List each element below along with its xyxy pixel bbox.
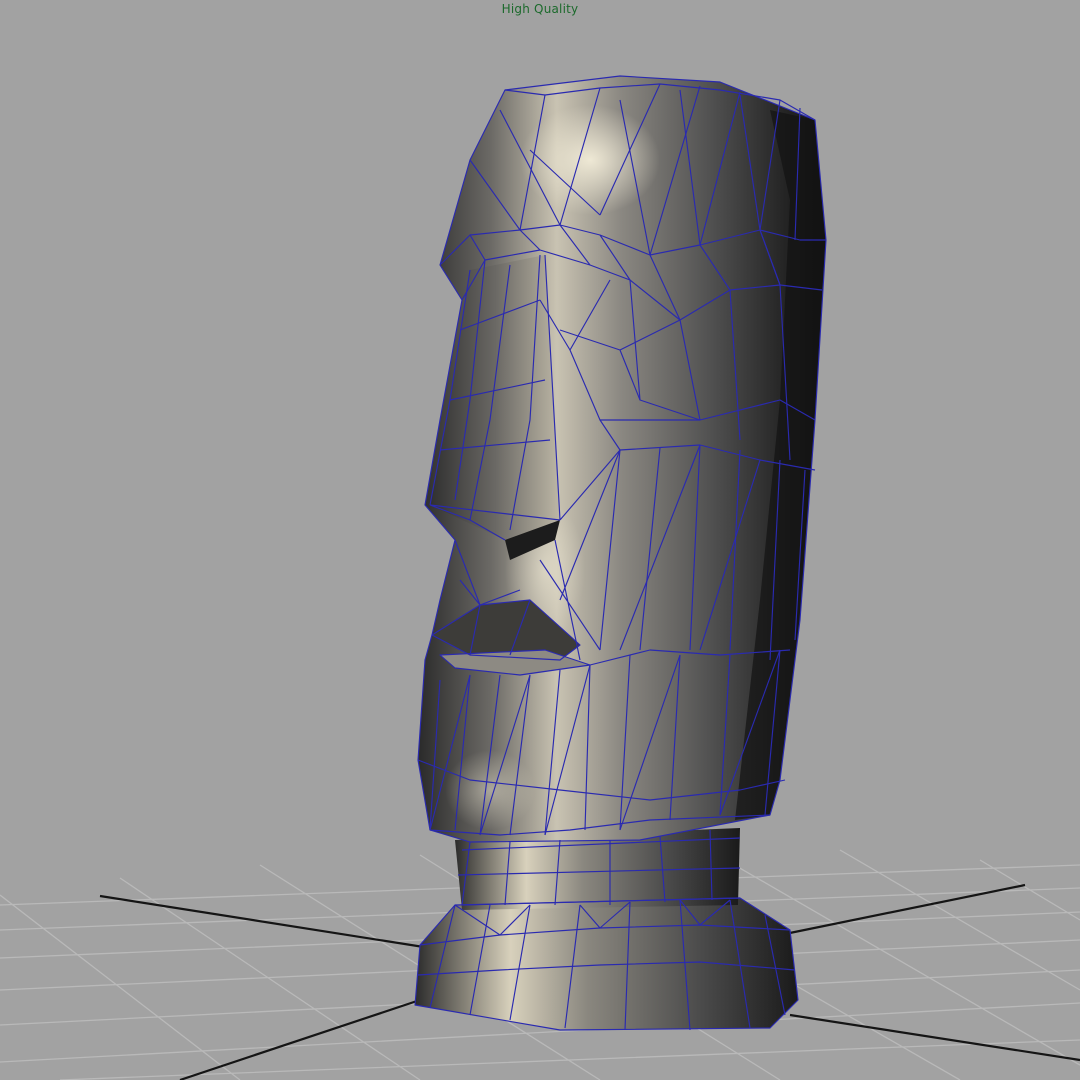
moai-head-model[interactable] [418, 76, 826, 842]
3d-viewport[interactable]: High Quality [0, 0, 1080, 1080]
scene-canvas[interactable] [0, 0, 1080, 1080]
